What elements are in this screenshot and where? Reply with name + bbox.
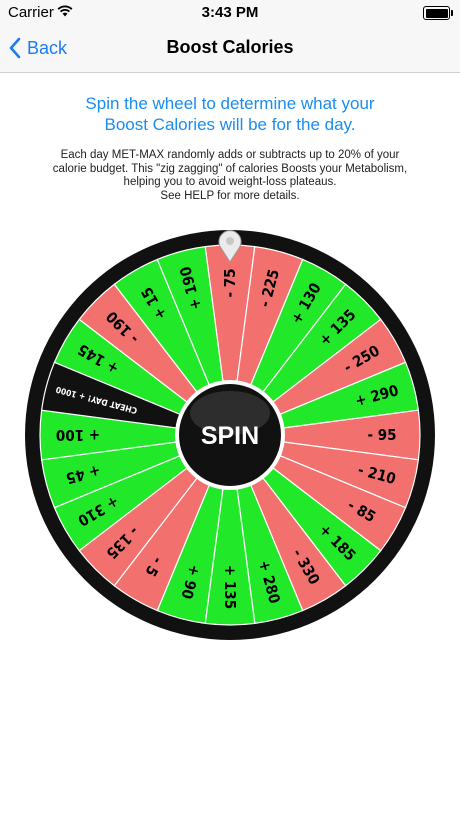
wheel-segment-label: + 135 — [221, 565, 239, 609]
wheel-segment-label: - 95 — [367, 426, 396, 444]
spin-button[interactable]: SPIN — [175, 380, 285, 490]
wheel-segment-label: - 75 — [221, 268, 239, 297]
calorie-wheel[interactable]: - 75- 225 + 130+ 135- 250+ 290- 95- 210- … — [0, 0, 460, 818]
wheel-segment-label: + 100 — [56, 426, 100, 444]
spin-button-label: SPIN — [201, 422, 259, 450]
